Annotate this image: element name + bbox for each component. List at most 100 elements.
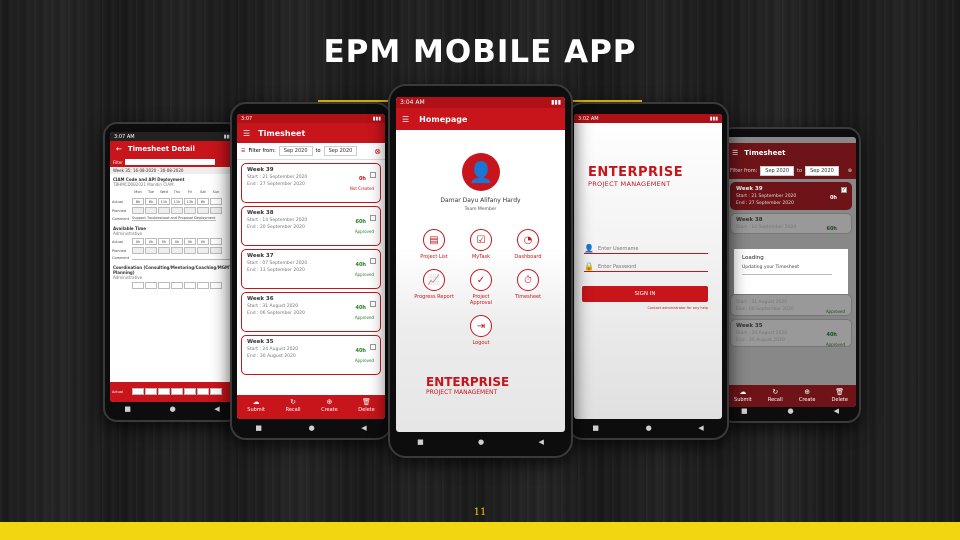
week-card[interactable]: Week 38 Start : 14 September 2020 End : … bbox=[241, 206, 381, 246]
menu-icon[interactable]: ☰ bbox=[243, 129, 250, 138]
filter-from-label: Filter from: bbox=[730, 168, 758, 174]
mytask-icon[interactable]: ☑ bbox=[470, 229, 492, 251]
actual-cell[interactable] bbox=[210, 238, 222, 245]
nav-home-icon[interactable]: ● bbox=[170, 405, 176, 413]
week-checkbox[interactable] bbox=[370, 301, 376, 307]
empty-cell[interactable] bbox=[171, 282, 183, 289]
week-status: Approved bbox=[354, 315, 374, 320]
nav-recents-icon[interactable]: ■ bbox=[417, 438, 424, 446]
nav-recents-icon[interactable]: ■ bbox=[124, 405, 131, 413]
actual-cell[interactable]: 8h bbox=[132, 198, 144, 205]
week-card[interactable]: Week 35 Start : 24 August 2020 End : 30 … bbox=[241, 335, 381, 375]
comment-label: Comment bbox=[112, 216, 130, 221]
sign-in-button[interactable]: SIGN IN bbox=[582, 286, 708, 302]
actual-cell[interactable]: 11h bbox=[171, 198, 183, 205]
progress-report-label[interactable]: Progress Report bbox=[414, 294, 454, 300]
filter-input[interactable] bbox=[124, 159, 215, 165]
actual-cell[interactable]: 8h bbox=[197, 198, 209, 205]
empty-cell[interactable] bbox=[210, 282, 222, 289]
actual-cell[interactable]: 0h bbox=[158, 238, 170, 245]
row-actual-label: Actual bbox=[112, 239, 123, 244]
clear-filter-icon[interactable]: ⊗ bbox=[374, 147, 381, 156]
empty-cell[interactable] bbox=[132, 282, 144, 289]
filter-from-select[interactable]: Sep 2020 bbox=[760, 166, 795, 176]
delete-button[interactable]: 🗑 Delete bbox=[358, 398, 374, 419]
recall-button[interactable]: ↻ Recall bbox=[768, 388, 783, 407]
timesheet-icon[interactable]: ⏱ bbox=[517, 269, 539, 291]
day-wed: Wed bbox=[160, 190, 168, 194]
week-checkbox[interactable] bbox=[370, 172, 376, 178]
nav-back-icon[interactable]: ◀ bbox=[361, 424, 366, 432]
week-card[interactable]: Week 37 Start : 07 September 2020 End : … bbox=[241, 249, 381, 289]
nav-recents-icon[interactable]: ■ bbox=[592, 424, 599, 432]
nav-back-icon[interactable]: ◀ bbox=[698, 424, 703, 432]
actual-cell[interactable]: 13h bbox=[184, 198, 196, 205]
actual-cell[interactable]: 0h bbox=[171, 238, 183, 245]
mytask-label[interactable]: MyTask bbox=[461, 254, 501, 260]
back-arrow-icon[interactable]: ← bbox=[116, 145, 122, 153]
menu-icon[interactable]: ☰ bbox=[732, 149, 738, 157]
week-checkbox[interactable] bbox=[370, 344, 376, 350]
empty-cell[interactable] bbox=[184, 282, 196, 289]
phone2-time: 3:07 bbox=[241, 116, 253, 122]
actual-cell[interactable]: 11h bbox=[158, 198, 170, 205]
plus-icon: ⊕ bbox=[804, 388, 811, 396]
week-card[interactable]: Week 39 Start : 21 September 2020 End : … bbox=[241, 163, 381, 203]
nav-home-icon[interactable]: ● bbox=[309, 424, 315, 432]
filter-from-label: Filter from: bbox=[248, 148, 276, 154]
empty-cell[interactable] bbox=[197, 282, 209, 289]
nav-recents-icon[interactable]: ■ bbox=[255, 424, 262, 432]
actual-cell[interactable]: 0h bbox=[132, 238, 144, 245]
menu-icon[interactable]: ☰ bbox=[402, 115, 409, 124]
week-checkbox[interactable] bbox=[370, 258, 376, 264]
create-button[interactable]: ⊕ Create bbox=[321, 398, 338, 419]
total-cell: 8h bbox=[171, 388, 183, 395]
submit-button[interactable]: ☁ Submit bbox=[247, 398, 265, 419]
recall-button[interactable]: ↻ Recall bbox=[286, 398, 301, 419]
empty-cell[interactable] bbox=[145, 282, 157, 289]
avatar[interactable]: 👤 bbox=[462, 153, 500, 191]
submit-button[interactable]: ☁ Submit bbox=[734, 388, 752, 407]
project-approval-icon[interactable]: ✓ bbox=[470, 269, 492, 291]
nav-home-icon[interactable]: ● bbox=[788, 407, 794, 415]
actual-cell[interactable] bbox=[210, 198, 222, 205]
password-input[interactable] bbox=[597, 263, 698, 270]
dashboard-icon[interactable]: ◔ bbox=[517, 229, 539, 251]
project-approval-label[interactable]: Project Approval bbox=[461, 294, 501, 306]
nav-recents-icon[interactable]: ■ bbox=[741, 407, 748, 415]
nav-home-icon[interactable]: ● bbox=[478, 438, 484, 446]
actual-cell[interactable]: 0h bbox=[197, 238, 209, 245]
week-card[interactable]: Week 36 Start : 31 August 2020 End : 06 … bbox=[241, 292, 381, 332]
username-input[interactable] bbox=[597, 245, 698, 252]
week-checkbox[interactable] bbox=[370, 215, 376, 221]
comment-value[interactable]: Support Troubleshoot and Proposal Deploy… bbox=[132, 216, 216, 221]
dashboard-label[interactable]: Dashboard bbox=[508, 254, 548, 260]
create-button[interactable]: ⊕ Create bbox=[799, 388, 816, 407]
filter-from-select[interactable]: Sep 2020 bbox=[278, 146, 313, 156]
help-text[interactable]: Contact administrator for any help bbox=[574, 306, 708, 310]
project-list-icon[interactable]: ▤ bbox=[423, 229, 445, 251]
planned-cell bbox=[210, 247, 222, 254]
progress-report-icon[interactable]: 📈 bbox=[423, 269, 445, 291]
nav-back-icon[interactable]: ◀ bbox=[538, 438, 543, 446]
plus-icon: ⊕ bbox=[326, 398, 333, 406]
week-checkbox[interactable]: ✓ bbox=[841, 187, 847, 193]
filter-to-select[interactable]: Sep 2020 bbox=[805, 166, 839, 176]
actual-cell[interactable]: 0h bbox=[184, 238, 196, 245]
nav-back-icon[interactable]: ◀ bbox=[834, 407, 839, 415]
empty-cell[interactable] bbox=[158, 282, 170, 289]
logout-label[interactable]: Logout bbox=[461, 340, 501, 346]
actual-cell[interactable]: 0h bbox=[145, 238, 157, 245]
clear-filter-icon[interactable]: ⊗ bbox=[848, 168, 852, 174]
nav-back-icon[interactable]: ◀ bbox=[214, 405, 219, 413]
brand-line1: ENTERPRISE bbox=[588, 165, 684, 180]
delete-button[interactable]: 🗑 Delete bbox=[832, 388, 848, 407]
user-icon: 👤 bbox=[468, 160, 494, 184]
week-checkbox[interactable] bbox=[841, 297, 847, 303]
actual-cell[interactable]: 8h bbox=[145, 198, 157, 205]
nav-home-icon[interactable]: ● bbox=[646, 424, 652, 432]
project-list-label[interactable]: Project List bbox=[414, 254, 454, 260]
timesheet-label[interactable]: Timesheet bbox=[508, 294, 548, 300]
logout-icon[interactable]: ⇥ bbox=[470, 315, 492, 337]
filter-to-select[interactable]: Sep 2020 bbox=[323, 146, 358, 156]
